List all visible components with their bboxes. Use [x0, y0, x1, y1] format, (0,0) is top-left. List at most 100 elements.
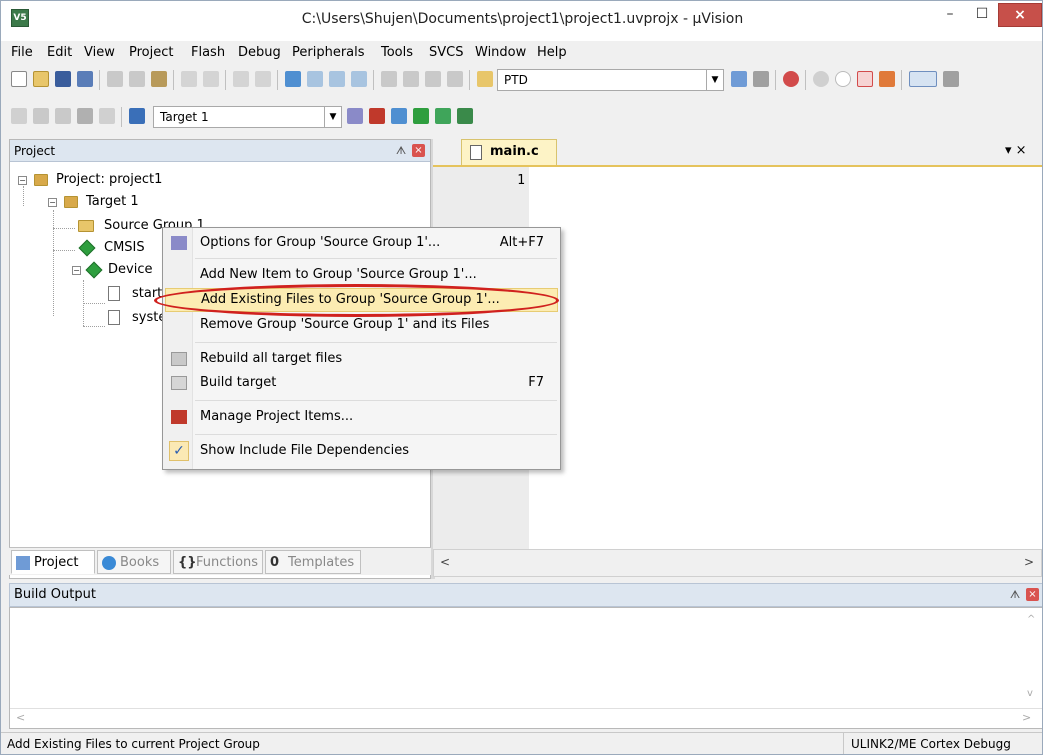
menu-flash[interactable]: Flash: [191, 45, 225, 60]
find-in-files-icon[interactable]: [477, 71, 493, 87]
editor-horizontal-scrollbar[interactable]: < >: [433, 549, 1042, 577]
stop-build-icon[interactable]: [99, 108, 115, 124]
target-combo[interactable]: Target 1: [153, 106, 325, 128]
unindent-icon[interactable]: [403, 71, 419, 87]
manage-project-items-icon[interactable]: [369, 108, 385, 124]
project-icon: [34, 174, 48, 186]
menu-file[interactable]: File: [11, 45, 33, 60]
pin-icon[interactable]: ᗑ: [394, 144, 408, 158]
nav-forward-icon[interactable]: [255, 71, 271, 87]
collapse-icon[interactable]: −: [72, 266, 81, 275]
build-output-horizontal-scrollbar[interactable]: < >: [10, 708, 1042, 728]
maximize-button[interactable]: ☐: [967, 3, 997, 27]
menu-item-show-include-deps[interactable]: ✓ Show Include File Dependencies: [165, 438, 558, 464]
cut-icon[interactable]: [107, 71, 123, 87]
new-file-icon[interactable]: [11, 71, 27, 87]
tree-label: Target 1: [86, 194, 139, 209]
batch-build-icon[interactable]: [77, 108, 93, 124]
menu-help[interactable]: Help: [537, 45, 567, 60]
load-icon[interactable]: [129, 108, 145, 124]
bookmark-icon[interactable]: [285, 71, 301, 87]
rebuild-icon[interactable]: [55, 108, 71, 124]
menu-view[interactable]: View: [84, 45, 115, 60]
copy-icon[interactable]: [129, 71, 145, 87]
pack-installer-icon[interactable]: [457, 108, 473, 124]
kill-breakpoints-icon[interactable]: [857, 71, 873, 87]
save-all-icon[interactable]: [77, 71, 93, 87]
menu-item-build-target[interactable]: Build target F7: [165, 370, 558, 396]
tab-templates[interactable]: 0 Templates: [265, 550, 361, 574]
target-options-icon[interactable]: [347, 108, 363, 124]
build-toolbar: Target 1 ▼: [1, 102, 1042, 132]
collapse-icon[interactable]: −: [48, 198, 57, 207]
next-bookmark-icon[interactable]: [329, 71, 345, 87]
redo-icon[interactable]: [203, 71, 219, 87]
undo-icon[interactable]: [181, 71, 197, 87]
tree-line: [83, 326, 105, 327]
window-layout-icon[interactable]: [909, 71, 937, 87]
software-packs-icon[interactable]: [435, 108, 451, 124]
save-icon[interactable]: [55, 71, 71, 87]
build-output-header: Build Output ᗑ ×: [9, 583, 1042, 607]
menu-item-options-for-group[interactable]: Options for Group 'Source Group 1'... Al…: [165, 230, 558, 256]
scroll-left-icon[interactable]: <: [440, 555, 450, 569]
manage-rte-icon[interactable]: [413, 108, 429, 124]
tab-menu-icon[interactable]: ▾ ×: [1005, 143, 1027, 158]
incremental-find-icon[interactable]: [731, 71, 747, 87]
menu-svcs[interactable]: SVCS: [429, 45, 463, 60]
paste-icon[interactable]: [151, 71, 167, 87]
translate-icon[interactable]: [11, 108, 27, 124]
tab-functions[interactable]: {} Functions: [173, 550, 263, 574]
file-icon: [108, 286, 120, 301]
menu-debug[interactable]: Debug: [238, 45, 281, 60]
collapse-icon[interactable]: −: [18, 176, 27, 185]
menu-peripherals[interactable]: Peripherals: [292, 45, 365, 60]
wrench-icon[interactable]: [943, 71, 959, 87]
build-output-pane[interactable]: ^ v < >: [9, 607, 1042, 729]
scroll-left-icon[interactable]: <: [16, 711, 25, 724]
tab-main-c[interactable]: main.c: [461, 139, 557, 165]
project-panel-header: Project ᗑ ×: [10, 140, 430, 162]
menu-separator: [195, 258, 557, 259]
tab-project[interactable]: Project: [11, 550, 95, 574]
breakpoint-icon[interactable]: [813, 71, 829, 87]
uncomment-icon[interactable]: [447, 71, 463, 87]
component-icon: [85, 261, 103, 279]
menu-project[interactable]: Project: [129, 45, 173, 60]
tree-item-target[interactable]: − Target 1: [48, 192, 348, 212]
debug-session-icon[interactable]: [783, 71, 799, 87]
comment-icon[interactable]: [425, 71, 441, 87]
close-icon[interactable]: ×: [412, 144, 425, 157]
menu-edit[interactable]: Edit: [47, 45, 72, 60]
open-folder-icon[interactable]: [33, 71, 49, 87]
disable-all-breakpoints-icon[interactable]: [879, 71, 895, 87]
indent-icon[interactable]: [381, 71, 397, 87]
menu-item-rebuild-all[interactable]: Rebuild all target files: [165, 346, 558, 372]
tree-line: [53, 250, 75, 251]
books-icon: [102, 556, 116, 570]
tab-books[interactable]: Books: [97, 550, 171, 574]
close-button[interactable]: ×: [998, 3, 1042, 27]
menu-window[interactable]: Window: [475, 45, 526, 60]
chevron-down-icon[interactable]: ▼: [324, 106, 342, 128]
prev-bookmark-icon[interactable]: [307, 71, 323, 87]
scroll-down-icon[interactable]: v: [1027, 688, 1033, 699]
scroll-up-icon[interactable]: ^: [1027, 614, 1035, 625]
scroll-right-icon[interactable]: >: [1022, 711, 1031, 724]
clear-bookmarks-icon[interactable]: [351, 71, 367, 87]
disable-breakpoint-icon[interactable]: [835, 71, 851, 87]
close-icon[interactable]: ×: [1026, 588, 1039, 601]
configure-icon[interactable]: [753, 71, 769, 87]
annotation-highlight-ellipse: [154, 284, 559, 317]
menu-item-manage-project-items[interactable]: Manage Project Items...: [165, 404, 558, 430]
tree-item-project[interactable]: − Project: project1: [18, 170, 318, 190]
select-packs-icon[interactable]: [391, 108, 407, 124]
scroll-right-icon[interactable]: >: [1024, 555, 1034, 569]
build-icon[interactable]: [33, 108, 49, 124]
nav-back-icon[interactable]: [233, 71, 249, 87]
chevron-down-icon[interactable]: ▼: [706, 69, 724, 91]
menu-tools[interactable]: Tools: [381, 45, 413, 60]
pin-icon[interactable]: ᗑ: [1008, 588, 1022, 602]
minimize-button[interactable]: –: [935, 3, 965, 27]
find-combo[interactable]: PTD: [497, 69, 707, 91]
